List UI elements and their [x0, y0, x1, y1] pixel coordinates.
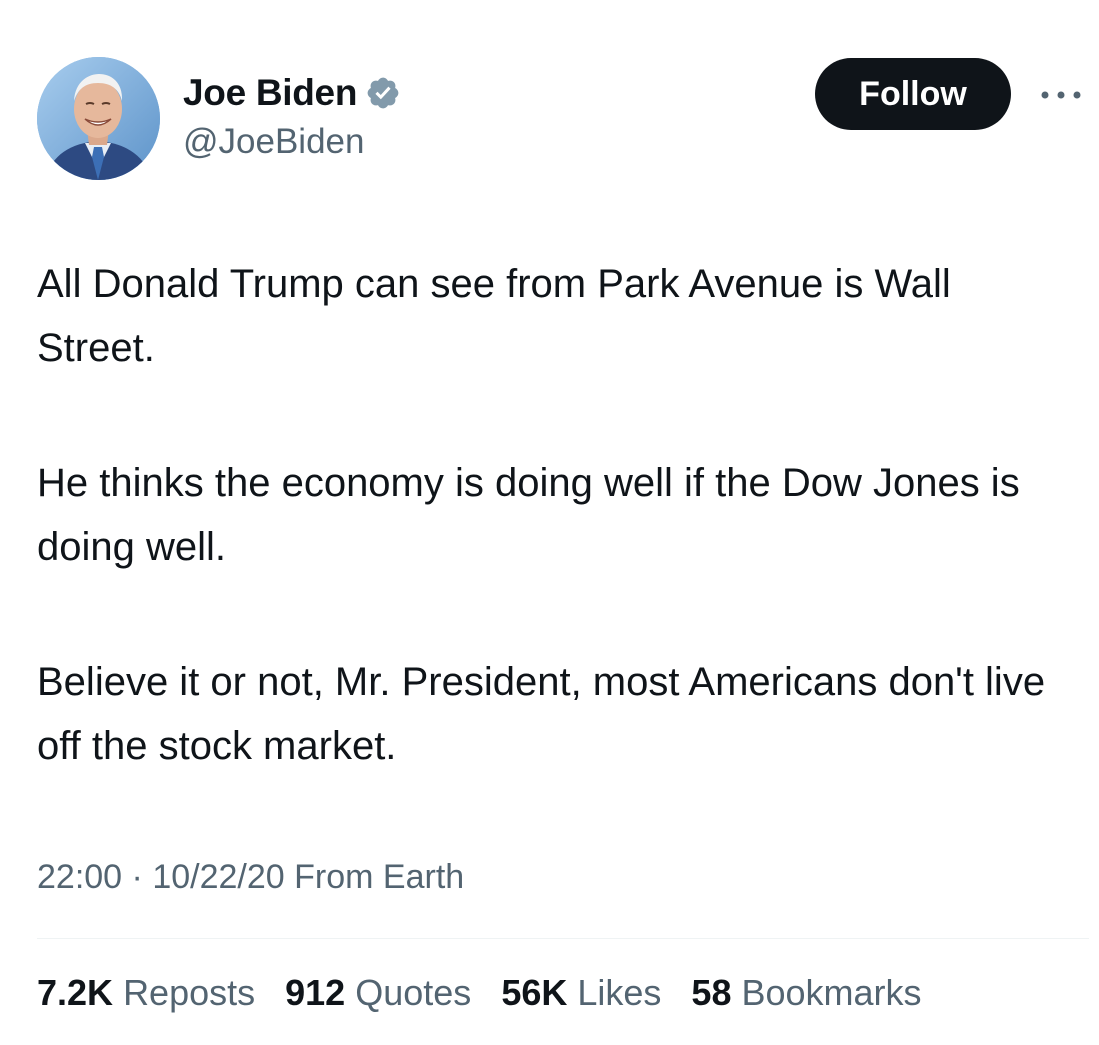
- verified-badge-icon[interactable]: [365, 75, 401, 111]
- reposts-count: 7.2K: [37, 972, 114, 1013]
- author-handle[interactable]: @JoeBiden: [183, 122, 364, 162]
- avatar-image: [37, 57, 160, 180]
- bookmarks-label: Bookmarks: [741, 972, 922, 1013]
- tweet-time[interactable]: 22:00: [37, 858, 122, 896]
- likes-count: 56K: [501, 972, 568, 1013]
- tweet-paragraph: All Donald Trump can see from Park Avenu…: [37, 262, 951, 370]
- bookmarks-count: 58: [691, 972, 732, 1013]
- quotes-stat[interactable]: 912 Quotes: [285, 972, 471, 1014]
- engagement-stats: 7.2K Reposts 912 Quotes 56K Likes 58 Boo…: [37, 972, 952, 1014]
- likes-label: Likes: [577, 972, 662, 1013]
- reposts-stat[interactable]: 7.2K Reposts: [37, 972, 255, 1014]
- quotes-label: Quotes: [355, 972, 472, 1013]
- bookmarks-stat[interactable]: 58 Bookmarks: [691, 972, 921, 1014]
- meta-separator: ·: [131, 858, 143, 896]
- likes-stat[interactable]: 56K Likes: [501, 972, 661, 1014]
- tweet-date[interactable]: 10/22/20: [152, 858, 284, 896]
- tweet-paragraph: Believe it or not, Mr. President, most A…: [37, 660, 1046, 768]
- quotes-count: 912: [285, 972, 346, 1013]
- author-name[interactable]: Joe Biden: [183, 72, 357, 114]
- author-name-row[interactable]: Joe Biden: [183, 70, 401, 116]
- tweet-paragraph: He thinks the economy is doing well if t…: [37, 461, 1020, 569]
- avatar[interactable]: [37, 57, 160, 180]
- more-options-icon[interactable]: [1038, 86, 1084, 104]
- divider: [37, 938, 1089, 939]
- tweet-source: From Earth: [294, 858, 465, 896]
- tweet-meta: 22:00 · 10/22/20 From Earth: [37, 858, 464, 897]
- follow-button[interactable]: Follow: [815, 58, 1011, 130]
- tweet-text: All Donald Trump can see from Park Avenu…: [37, 252, 1067, 778]
- reposts-label: Reposts: [123, 972, 256, 1013]
